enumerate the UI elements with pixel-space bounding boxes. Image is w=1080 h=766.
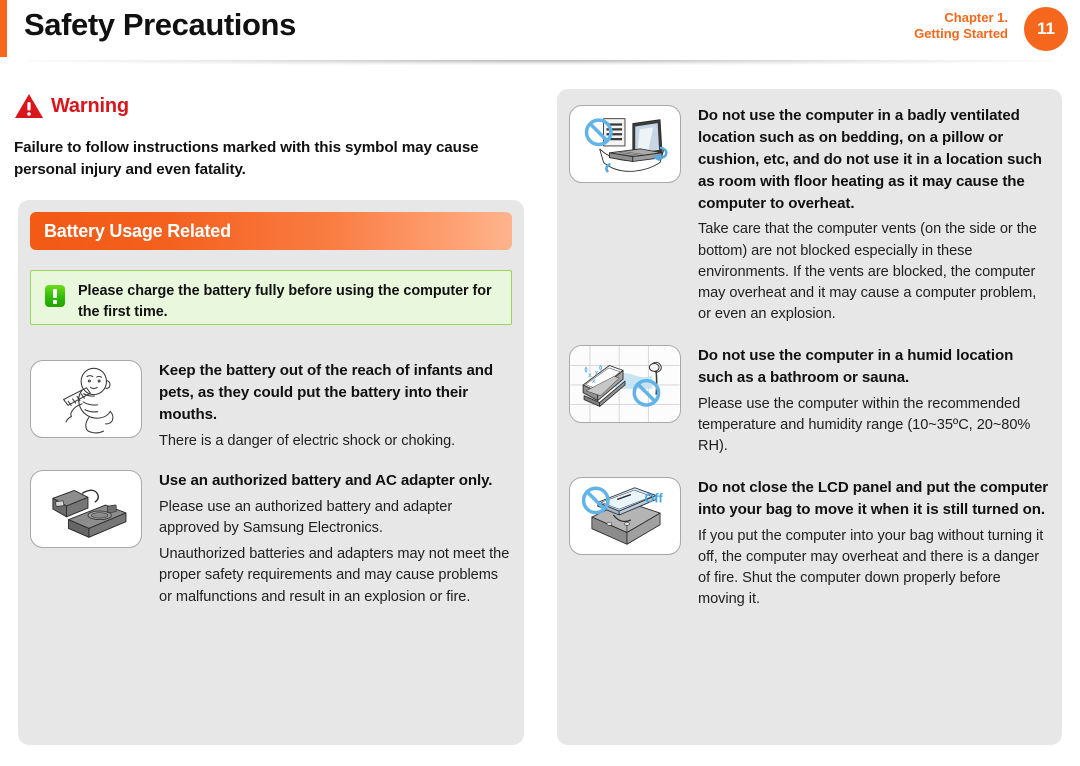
warning-triangle-icon [14,93,44,119]
warning-description: Failure to follow instructions marked wi… [14,139,479,179]
laptop-on-bedding-prohibited-icon [569,105,681,183]
section-title: Battery Usage Related [44,220,231,241]
item-body: Do not use the computer in a humid locat… [698,345,1051,457]
item-body: Do not use the computer in a badly venti… [698,105,1051,325]
item-title: Do not use the computer in a humid locat… [698,347,1014,386]
svg-text:Off: Off [644,491,663,505]
list-item: Do not use the computer in a badly venti… [569,105,1051,325]
item-paragraph: Please use the computer within the recom… [698,395,1031,455]
page-title: Safety Precautions [24,7,296,42]
list-item: Use an authorized battery and AC adapter… [30,470,510,608]
list-item: xxx Do not use the computer in a humid l… [569,345,1051,457]
list-item: Keep the battery out of the reach of inf… [30,360,510,452]
chapter-line-1: Chapter 1. [944,10,1008,25]
svg-text:x: x [595,369,599,376]
ac-adapter-and-battery-icon [30,470,142,548]
svg-text:x: x [592,378,596,385]
chapter-line-2: Getting Started [914,25,1008,41]
infant-with-battery-icon [30,360,142,438]
page-number-badge: 11 [1024,7,1068,51]
laptop-in-humid-bathroom-prohibited-icon: xxx [569,345,681,423]
exclamation-note-icon [45,285,65,307]
warning-label: Warning [51,94,129,117]
item-paragraph: Unauthorized batteries and adapters may … [159,546,510,605]
list-item: Off Do not close the LCD panel and put t… [569,477,1051,610]
item-body: Use an authorized battery and AC adapter… [159,470,510,608]
item-body: Do not close the LCD panel and put the c… [698,477,1051,610]
warning-heading: Warning [14,93,129,119]
note-text: Please charge the battery fully before u… [78,283,492,320]
item-title: Do not use the computer in a badly venti… [698,107,1042,212]
page-header: Safety Precautions Chapter 1. Getting St… [0,0,1080,58]
item-title: Keep the battery out of the reach of inf… [159,362,494,423]
laptop-in-bag-powered-on-prohibited-icon: Off [569,477,681,555]
item-title: Use an authorized battery and AC adapter… [159,472,493,489]
item-paragraph: Take care that the computer vents (on th… [698,221,1037,322]
item-paragraph: Please use an authorized battery and ada… [159,498,453,537]
header-divider [28,60,1054,65]
chapter-label: Chapter 1. Getting Started [914,10,1008,42]
header-accent-bar [0,0,7,57]
note-box: Please charge the battery fully before u… [30,270,512,325]
item-paragraph: If you put the computer into your bag wi… [698,527,1044,608]
item-paragraph: There is a danger of electric shock or c… [159,432,456,449]
item-title: Do not close the LCD panel and put the c… [698,479,1049,518]
section-header-bar: Battery Usage Related [30,212,512,250]
item-body: Keep the battery out of the reach of inf… [159,360,510,452]
